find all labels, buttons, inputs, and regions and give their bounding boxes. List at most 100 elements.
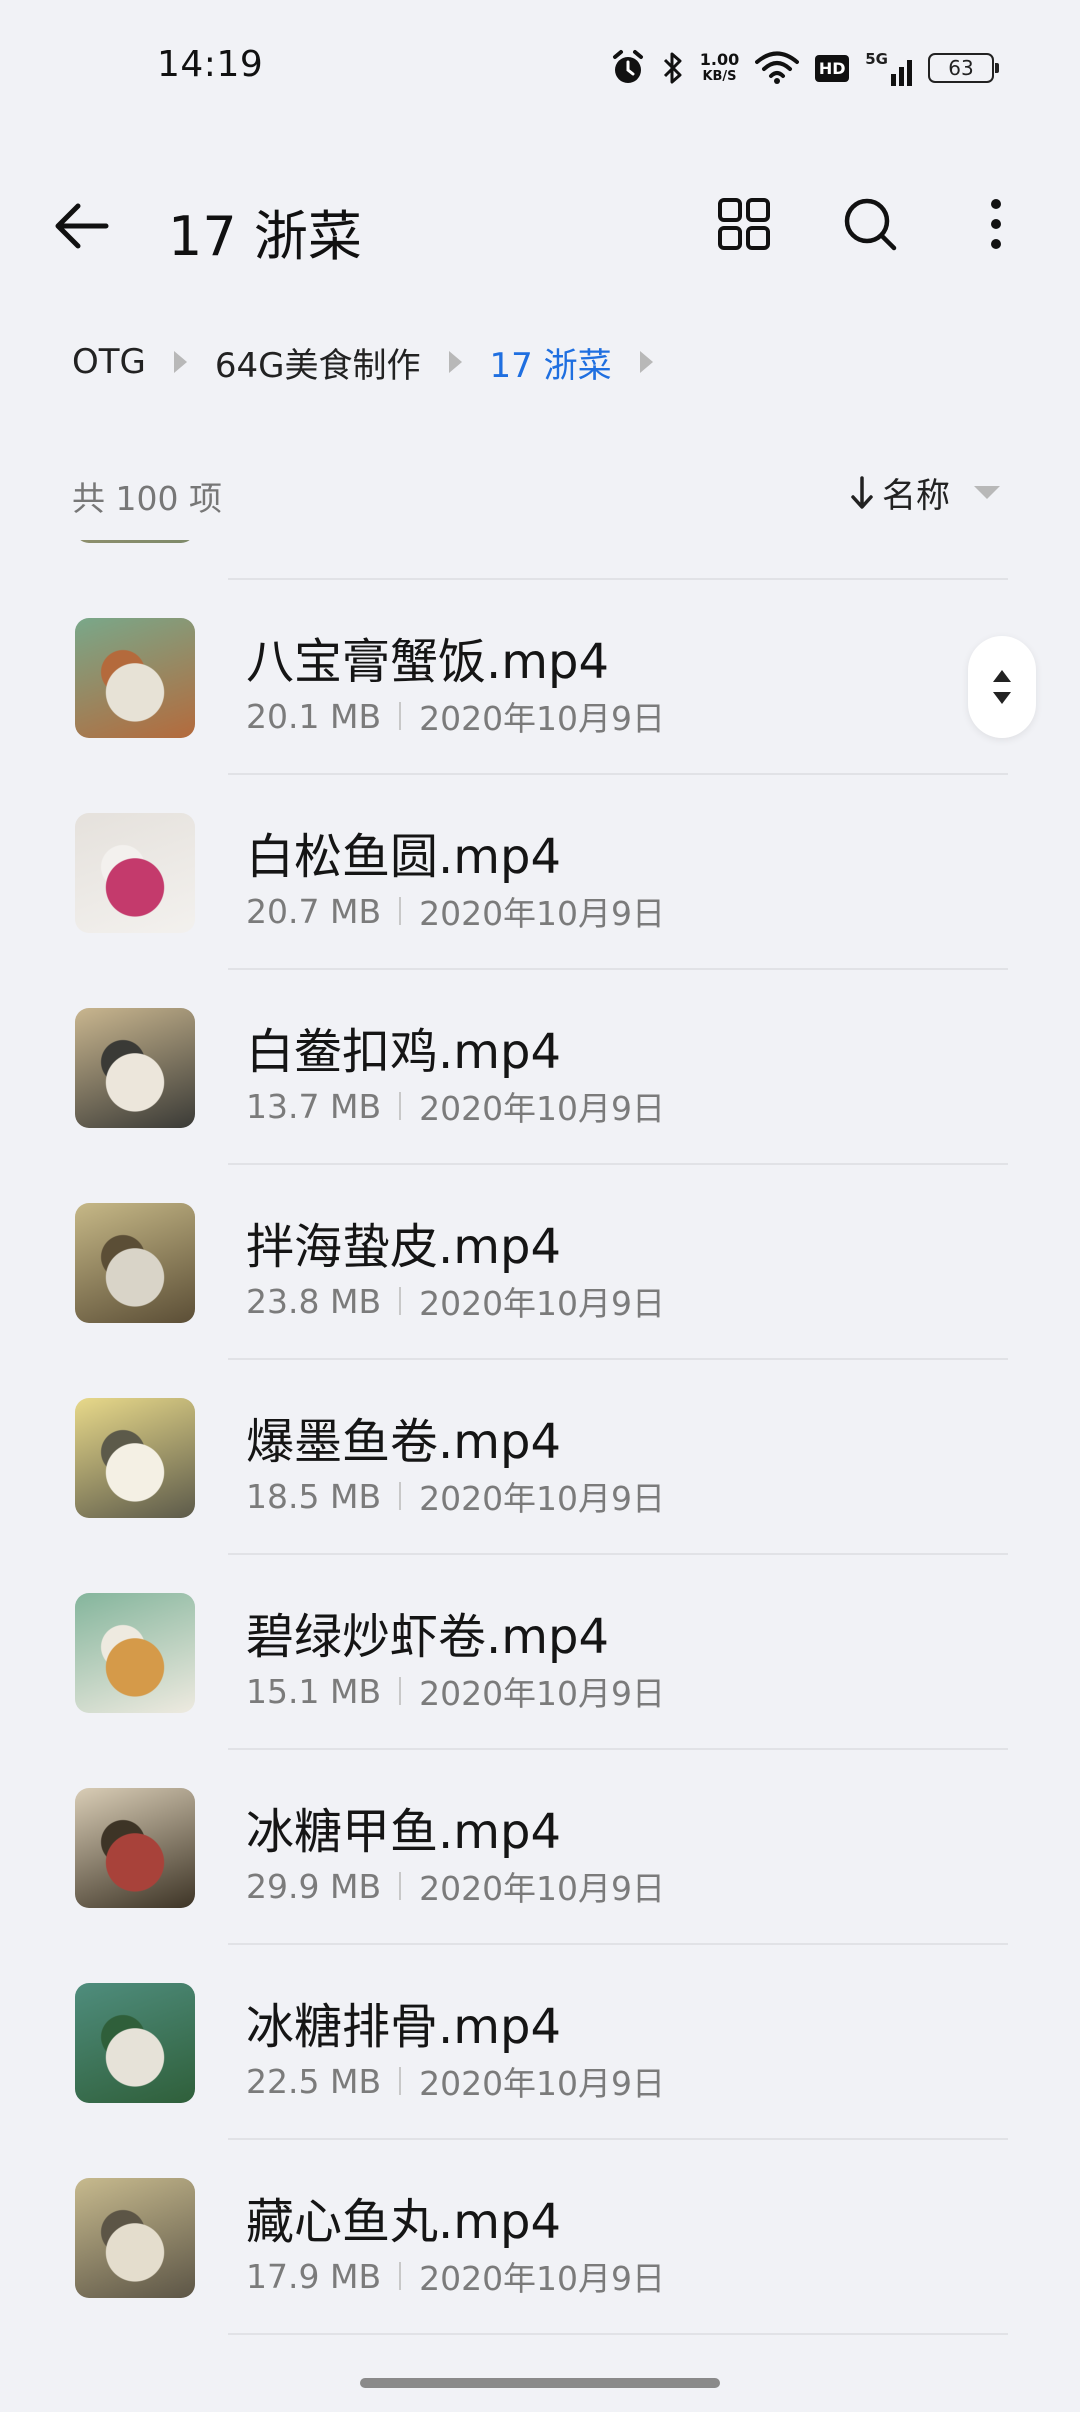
sort-control[interactable]: 名称 <box>850 468 1000 517</box>
signal-5g-label: 5G <box>865 50 888 68</box>
meta-separator <box>399 1287 402 1315</box>
file-list-item[interactable]: 22.9 MB 2020年10月9日 <box>0 540 1080 580</box>
file-size: 17.9 MB <box>246 2256 382 2296</box>
battery-icon: 63 <box>928 53 999 83</box>
status-bar: 14:19 1.00 KB/S HD 5G 63 <box>0 0 1080 130</box>
signal-bar <box>891 74 896 86</box>
row-divider <box>228 2333 1008 2335</box>
video-thumbnail <box>75 813 195 933</box>
file-meta: 29.9 MB 2020年10月9日 <box>246 1862 665 1910</box>
file-size: 13.7 MB <box>246 1086 382 1126</box>
file-meta: 17.9 MB 2020年10月9日 <box>246 2252 665 2300</box>
file-size: 20.1 MB <box>246 696 382 736</box>
file-name: 八宝膏蟹饭.mp4 <box>246 634 610 690</box>
status-time: 14:19 <box>157 44 264 85</box>
file-size: 18.5 MB <box>246 1476 382 1516</box>
signal-bar <box>907 60 912 86</box>
file-date: 2020年10月9日 <box>419 2259 666 2298</box>
home-indicator[interactable] <box>360 2378 720 2388</box>
file-date: 2020年10月9日 <box>419 1869 666 1908</box>
scroll-handle-icon <box>993 670 1011 704</box>
file-date: 2020年10月9日 <box>419 894 666 933</box>
back-arrow-icon <box>55 203 109 249</box>
status-icons: 1.00 KB/S HD 5G 63 <box>610 46 999 90</box>
back-button[interactable] <box>50 194 114 258</box>
video-thumbnail <box>75 1788 195 1908</box>
file-size: 22.9 MB <box>246 540 381 541</box>
video-thumbnail <box>75 1203 195 1323</box>
meta-separator <box>399 1092 402 1120</box>
more-options-button[interactable] <box>964 192 1028 256</box>
file-meta: 13.7 MB 2020年10月9日 <box>246 1082 665 1130</box>
grid-view-icon <box>718 198 770 250</box>
video-thumbnail <box>75 540 195 543</box>
file-name: 碧绿炒虾卷.mp4 <box>246 1609 610 1665</box>
sort-label: 名称 <box>882 476 950 516</box>
file-meta: 20.7 MB 2020年10月9日 <box>246 887 665 935</box>
file-list-item[interactable]: 爆墨鱼卷.mp4 18.5 MB 2020年10月9日 <box>0 1360 1080 1555</box>
meta-separator <box>399 702 402 730</box>
item-count: 共 100 项 <box>72 479 222 518</box>
dropdown-caret-icon <box>974 486 1000 499</box>
battery-level: 63 <box>948 56 974 80</box>
video-thumbnail <box>75 1983 195 2103</box>
breadcrumb-item-current[interactable]: 17 浙菜 <box>490 338 612 387</box>
file-list-item[interactable]: 冰糖排骨.mp4 22.5 MB 2020年10月9日 <box>0 1945 1080 2140</box>
file-meta: 22.9 MB 2020年10月9日 <box>246 540 665 545</box>
meta-separator <box>399 2262 402 2290</box>
file-list-item[interactable]: 冰糖甲鱼.mp4 29.9 MB 2020年10月9日 <box>0 1750 1080 1945</box>
video-thumbnail <box>75 1398 195 1518</box>
file-list-item[interactable]: 拌海蛰皮.mp4 23.8 MB 2020年10月9日 <box>0 1165 1080 1360</box>
network-speed: 1.00 KB/S <box>700 51 739 85</box>
file-name: 白鲞扣鸡.mp4 <box>246 1024 562 1080</box>
file-size: 29.9 MB <box>246 1866 382 1906</box>
file-size: 20.7 MB <box>246 891 382 931</box>
wifi-icon <box>755 51 800 84</box>
search-button[interactable] <box>838 192 902 256</box>
sort-direction-icon <box>851 475 873 509</box>
network-speed-value: 1.00 <box>699 50 740 69</box>
file-name: 拌海蛰皮.mp4 <box>246 1219 562 1275</box>
file-name: 冰糖排骨.mp4 <box>246 1999 562 2055</box>
page-title: 17 浙菜 <box>168 205 362 268</box>
breadcrumb-item-otg[interactable]: OTG <box>72 342 146 382</box>
network-speed-unit: KB/S <box>702 69 737 84</box>
meta-separator <box>399 1677 402 1705</box>
meta-separator <box>399 897 402 925</box>
chevron-right-icon <box>448 351 462 373</box>
chevron-right-icon <box>639 351 653 373</box>
file-date: 2020年10月9日 <box>419 1674 666 1713</box>
more-vertical-icon <box>991 199 1001 249</box>
toolbar: 17 浙菜 <box>0 170 1080 278</box>
file-size: 15.1 MB <box>246 1671 382 1711</box>
grid-view-button[interactable] <box>712 192 776 256</box>
file-list-viewport[interactable]: 22.9 MB2020年10月9日八宝膏蟹饭.mp420.1 MB2020年10… <box>0 540 1080 2412</box>
video-thumbnail <box>75 1008 195 1128</box>
meta-separator <box>399 1482 402 1510</box>
file-date: 2020年10月9日 <box>419 699 666 738</box>
fast-scroll-handle[interactable] <box>968 636 1036 738</box>
file-date: 2020年10月9日 <box>419 1284 666 1323</box>
file-meta: 22.5 MB 2020年10月9日 <box>246 2057 665 2105</box>
file-list-item[interactable]: 白鲞扣鸡.mp4 13.7 MB 2020年10月9日 <box>0 970 1080 1165</box>
video-thumbnail <box>75 618 195 738</box>
file-meta: 15.1 MB 2020年10月9日 <box>246 1667 665 1715</box>
meta-separator <box>399 2067 402 2095</box>
file-date: 2020年10月9日 <box>419 540 665 545</box>
alarm-icon <box>612 50 643 83</box>
file-name: 冰糖甲鱼.mp4 <box>246 1804 562 1860</box>
file-list-item[interactable]: 碧绿炒虾卷.mp4 15.1 MB 2020年10月9日 <box>0 1555 1080 1750</box>
file-date: 2020年10月9日 <box>419 1089 666 1128</box>
cellular-signal: 5G <box>865 50 912 86</box>
file-list-item[interactable]: 八宝膏蟹饭.mp4 20.1 MB 2020年10月9日 <box>0 580 1080 775</box>
file-size: 22.5 MB <box>246 2061 382 2101</box>
hd-badge: HD <box>815 54 850 82</box>
breadcrumb: OTG 64G美食制作 17 浙菜 <box>72 337 681 387</box>
file-list-item[interactable]: 藏心鱼丸.mp4 17.9 MB 2020年10月9日 <box>0 2140 1080 2335</box>
breadcrumb-item-folder[interactable]: 64G美食制作 <box>215 338 421 387</box>
file-list-item[interactable]: 白松鱼圆.mp4 20.7 MB 2020年10月9日 <box>0 775 1080 970</box>
file-meta: 18.5 MB 2020年10月9日 <box>246 1472 665 1520</box>
file-name: 爆墨鱼卷.mp4 <box>246 1414 562 1470</box>
file-size: 23.8 MB <box>246 1281 382 1321</box>
file-date: 2020年10月9日 <box>419 1479 666 1518</box>
